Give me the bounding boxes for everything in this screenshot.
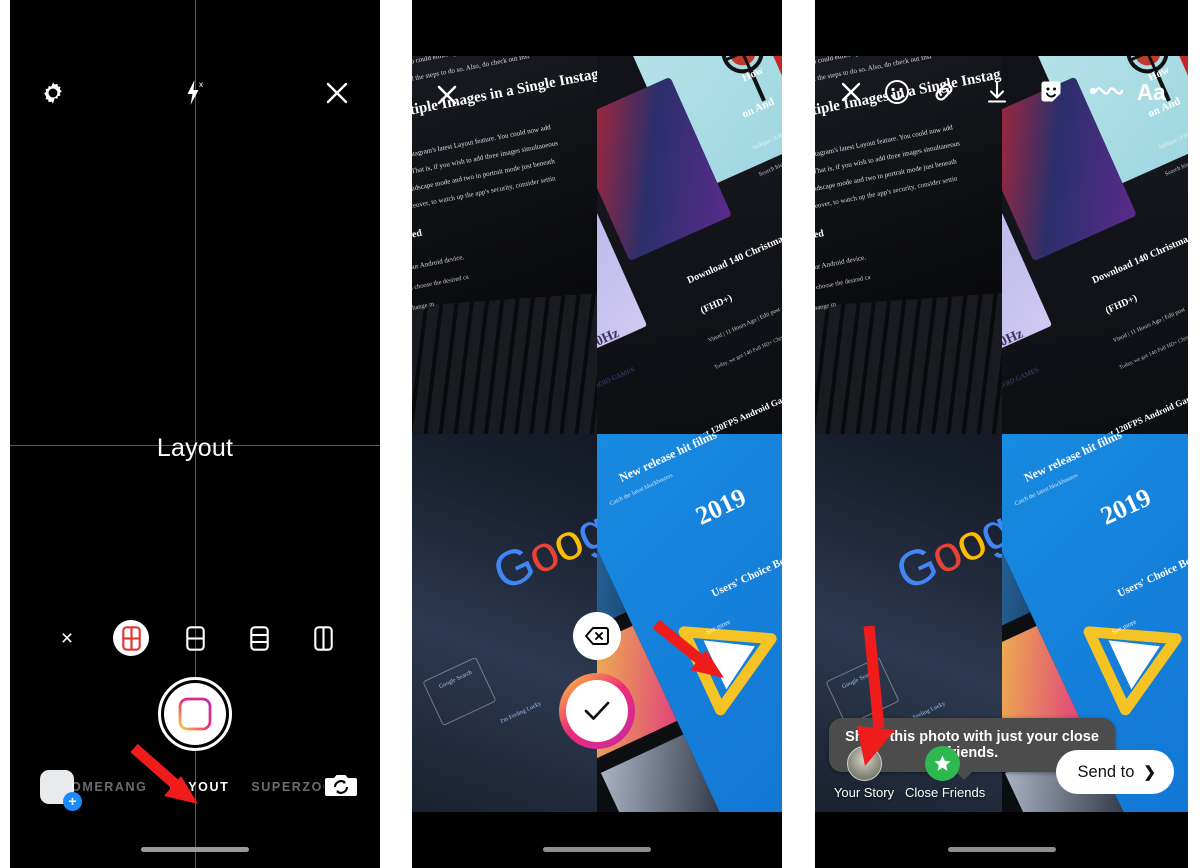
home-indicator — [141, 847, 249, 852]
confirm-inner — [566, 680, 628, 742]
home-indicator — [947, 847, 1056, 852]
collage-preview[interactable]: that I am, I regularly used it never I w… — [815, 56, 1188, 812]
mode-superzoom[interactable]: SUPERZOO — [251, 780, 324, 794]
send-to-button[interactable]: Send to ❯ — [1055, 750, 1174, 794]
close-x-icon[interactable] — [837, 78, 865, 106]
panel-story-share: that I am, I regularly used it never I w… — [815, 0, 1188, 868]
home-indicator — [543, 847, 651, 852]
layout-option-grid-3-rows[interactable] — [241, 620, 277, 656]
screenshot-stage: x Layout × + OMERANG LAYOUT SUPERZO all … — [0, 0, 1200, 868]
mode-boomerang[interactable]: OOMERANG — [70, 780, 148, 794]
collage-quadrant-top-left: that I am, I regularly used it never I w… — [815, 56, 1002, 434]
draw-icon[interactable] — [1087, 78, 1127, 106]
checkmark-icon — [584, 701, 610, 720]
collage-quadrant-top-right: ROMs Re How on And Sadique | 8 Hou Searc… — [1001, 56, 1188, 434]
layout-options-close[interactable]: × — [49, 620, 85, 656]
layout-grid-options: × — [10, 620, 380, 656]
layout-option-grid-2x2[interactable] — [113, 620, 149, 656]
discard-cell-icon — [585, 627, 609, 645]
camera-topbar: x — [10, 78, 380, 118]
your-story-avatar — [846, 746, 882, 781]
collage-quadrant-bottom-left[interactable]: Google Google Search I'm Feeling Lucky — [412, 434, 597, 812]
collage-quadrant-top-left[interactable]: that I am, I regularly used it never I w… — [412, 56, 597, 434]
sticker-icon[interactable] — [1037, 78, 1065, 106]
collage-quadrant-bottom-right[interactable]: New release hit films Catch the latest b… — [597, 434, 782, 812]
camera-bottombar: + OOMERANG LAYOUT SUPERZOO — [10, 770, 380, 816]
layout-option-grid-2-columns[interactable] — [305, 620, 341, 656]
confirm-button[interactable] — [559, 673, 635, 749]
layout-option-grid-2-rows[interactable] — [177, 620, 213, 656]
mode-title: Layout — [156, 434, 234, 462]
text-tool-icon[interactable]: Aa — [1134, 78, 1168, 106]
effects-face-icon[interactable] — [883, 78, 911, 106]
share-destination-close-friends[interactable]: Close Friends — [905, 746, 986, 800]
share-destinations-row: Your Story Close Friends Send to ❯ — [815, 746, 1188, 816]
collage-quadrant-top-right[interactable]: ROMs Re How on And Sadique | 8 Hou Searc… — [597, 56, 782, 434]
panel-layout-preview: that I am, I regularly used it never I w… — [412, 0, 782, 868]
svg-text:x: x — [199, 80, 203, 89]
flash-off-icon[interactable]: x — [182, 78, 208, 108]
layout-grid-icon — [178, 697, 212, 731]
gear-icon[interactable] — [40, 80, 66, 106]
share-destination-label: Close Friends — [905, 785, 986, 800]
share-destination-your-story[interactable]: Your Story — [827, 746, 901, 800]
shutter-button[interactable] — [158, 677, 232, 751]
panel-camera-layout-mode: x Layout × + OMERANG LAYOUT SUPERZO — [10, 0, 380, 868]
link-icon[interactable] — [930, 78, 958, 106]
chevron-right-icon: ❯ — [1143, 764, 1156, 781]
close-x-icon[interactable] — [434, 82, 460, 108]
mode-layout[interactable]: LAYOUT — [170, 780, 230, 794]
camera-mode-selector[interactable]: OOMERANG LAYOUT SUPERZOO — [70, 776, 324, 798]
download-icon[interactable] — [983, 78, 1011, 106]
close-x-icon[interactable] — [322, 78, 352, 108]
send-to-label: Send to — [1077, 762, 1135, 781]
story-editor-toolbar: Aa — [815, 78, 1188, 112]
share-destination-label: Your Story — [833, 785, 895, 800]
close-friends-star-icon — [924, 746, 960, 781]
shutter-inner — [164, 683, 226, 745]
flip-camera-icon[interactable] — [324, 770, 358, 800]
discard-cell-button[interactable] — [573, 612, 621, 660]
